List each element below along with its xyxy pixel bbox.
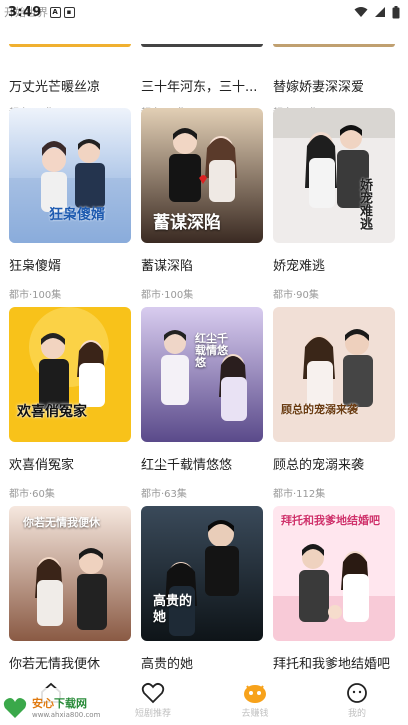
heart-icon: [141, 682, 165, 704]
drama-card[interactable]: 红尘千载情悠悠 红尘千载情悠悠 都市·63集: [141, 307, 263, 500]
drama-poster[interactable]: 狂枭傻婿: [9, 108, 131, 243]
poster-title: 拜托和我爹地结婚吧: [281, 514, 380, 527]
poster-title: 你若无情我便休: [23, 516, 100, 529]
nav-recommend-label: 短剧推荐: [134, 709, 171, 719]
watermark-name-b: 下载网: [54, 696, 87, 710]
drama-meta: 都市·63集: [141, 489, 187, 500]
drama-meta: 都市·112集: [273, 489, 326, 500]
drama-meta: 都市·100集: [9, 290, 62, 301]
site-watermark: 安心下载网 www.ahxia800.com: [0, 688, 120, 725]
drama-poster[interactable]: 蓄谋深陷: [141, 108, 263, 243]
status-notification-icons: A ▪: [49, 6, 75, 18]
watermark-name: 安心下载网: [32, 695, 100, 711]
poster-title: 欢喜俏冤家: [17, 404, 87, 420]
drama-title[interactable]: 蓄谋深陷: [141, 255, 263, 274]
drama-poster[interactable]: 你若无情我便休: [9, 506, 131, 641]
drama-poster[interactable]: 拜托和我爹地结婚吧: [273, 506, 395, 641]
top-thumb-1[interactable]: [9, 44, 131, 47]
top-thumb-2[interactable]: [141, 44, 263, 47]
drama-card[interactable]: 拜托和我爹地结婚吧 拜托和我爹地结婚吧: [273, 506, 395, 684]
top-thumb-3[interactable]: [273, 44, 395, 47]
drama-card[interactable]: 顾总的宠溺来袭 顾总的宠溺来袭 都市·112集: [273, 307, 395, 500]
signal-icon: [375, 7, 385, 17]
drama-card[interactable]: 娇宠难逃 娇宠难逃 都市·90集: [273, 108, 395, 301]
poster-title: 娇宠难逃: [357, 178, 372, 230]
drama-meta: 都市·90集: [273, 290, 319, 301]
drama-title[interactable]: 你若无情我便休: [9, 653, 131, 672]
poster-title: 红尘千载情悠悠: [195, 332, 228, 369]
image-notification-icon: ▪: [63, 6, 75, 18]
drama-meta: 都市·100集: [141, 290, 194, 301]
poster-title: 蓄谋深陷: [153, 213, 221, 233]
status-right: [354, 5, 400, 19]
status-bar: 开始世界 3:49 A ▪: [0, 0, 408, 24]
watermark-logo-icon: [3, 697, 27, 718]
poster-title: 狂枭傻婿: [49, 207, 105, 223]
nav-profile[interactable]: 我的: [306, 676, 408, 725]
nav-earn[interactable]: 去赚钱: [204, 676, 306, 725]
drama-poster[interactable]: 顾总的宠溺来袭: [273, 307, 395, 442]
drama-title[interactable]: 拜托和我爹地结婚吧: [273, 653, 395, 672]
drama-title[interactable]: 红尘千载情悠悠: [141, 454, 263, 473]
drama-card[interactable]: 你若无情我便休 你若无情我便休: [9, 506, 131, 684]
status-time: 3:49: [8, 4, 42, 20]
drama-title[interactable]: 狂枭傻婿: [9, 255, 131, 274]
drama-card[interactable]: 高贵的她 高贵的她: [141, 506, 263, 684]
watermark-name-a: 安心: [32, 696, 54, 710]
drama-card[interactable]: 蓄谋深陷 蓄谋深陷 都市·100集: [141, 108, 263, 301]
drama-meta: 都市·60集: [9, 489, 55, 500]
drama-title[interactable]: 顾总的宠溺来袭: [273, 454, 395, 473]
drama-title[interactable]: 三十年河东，三十...: [141, 76, 265, 95]
drama-card[interactable]: 狂枭傻婿 狂枭傻婿 都市·100集: [9, 108, 131, 301]
nav-earn-label: 去赚钱: [241, 709, 269, 719]
nav-profile-label: 我的: [347, 709, 366, 719]
drama-poster[interactable]: 高贵的她: [141, 506, 263, 641]
drama-title[interactable]: 替嫁娇妻深深爱: [273, 76, 364, 95]
wifi-icon: [354, 7, 368, 17]
coin-icon: [244, 685, 266, 703]
drama-poster[interactable]: 红尘千载情悠悠: [141, 307, 263, 442]
drama-poster[interactable]: 娇宠难逃: [273, 108, 395, 243]
drama-title[interactable]: 万丈光芒暖丝凉: [9, 76, 100, 95]
watermark-url: www.ahxia800.com: [32, 710, 101, 719]
poster-title: 顾总的宠溺来袭: [281, 403, 358, 416]
drama-title[interactable]: 欢喜俏冤家: [9, 454, 131, 473]
notification-icon: A: [49, 6, 61, 18]
poster-title: 高贵的她: [153, 594, 193, 625]
drama-poster[interactable]: 欢喜俏冤家: [9, 307, 131, 442]
drama-title[interactable]: 娇宠难逃: [273, 255, 395, 274]
drama-card[interactable]: 欢喜俏冤家 欢喜俏冤家 都市·60集: [9, 307, 131, 500]
drama-title[interactable]: 高贵的她: [141, 653, 263, 672]
battery-icon: [392, 5, 400, 18]
smile-icon: [347, 683, 367, 703]
top-row: 万丈光芒暖丝凉 三十年河东，三十... 替嫁娇妻深深爱 都市·65集 都市·51…: [0, 22, 408, 119]
